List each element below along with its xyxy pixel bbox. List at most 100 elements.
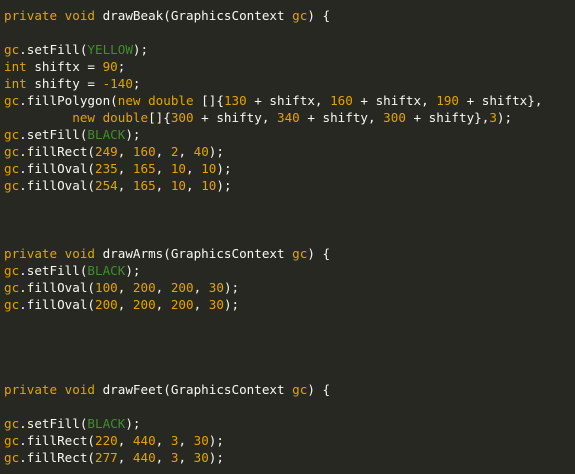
code-token: 90 [102,59,118,74]
code-token: BLACK [87,416,126,431]
code-token: .setFill( [19,127,88,142]
code-token: private [4,382,58,397]
code-token: ); [208,144,224,159]
code-line[interactable] [4,330,575,347]
code-token: ) { [307,246,331,261]
code-line[interactable]: gc.fillRect(277, 440, 3, 30); [4,449,575,466]
code-line[interactable]: gc.fillOval(235, 165, 10, 10); [4,160,575,177]
code-line[interactable]: gc.fillOval(100, 200, 200, 30); [4,279,575,296]
code-token: ) { [307,8,331,23]
code-token: gc [4,178,20,193]
code-token: , [178,433,194,448]
code-token: , [117,297,133,312]
code-token: ); [216,161,232,176]
code-token: , [193,297,209,312]
code-token: .setFill( [19,263,88,278]
code-token: YELLOW [87,42,133,57]
code-token: ); [223,297,240,312]
code-token: gc [4,42,20,57]
code-token: gc [4,161,20,176]
code-editor[interactable]: private void drawBeak(GraphicsContext gc… [0,0,575,474]
code-token: , [117,433,133,448]
code-token: 200 [170,297,194,312]
code-token: 249 [95,144,118,159]
code-token: 440 [132,450,156,465]
code-token: BLACK [87,263,126,278]
code-token: , [178,450,194,465]
code-token: ) { [307,382,331,397]
code-line[interactable] [4,364,575,381]
code-token: -140 [102,76,133,91]
code-token: 160 [330,93,353,108]
code-token: ); [208,433,224,448]
code-token: void [64,246,96,261]
code-line[interactable]: private void drawFeet(GraphicsContext gc… [4,381,575,398]
code-line[interactable] [4,313,575,330]
code-token: , [155,144,171,159]
code-token: ); [125,416,141,431]
code-token: int [4,76,27,91]
code-line[interactable]: gc.fillOval(200, 200, 200, 30); [4,296,575,313]
code-token: gc [292,8,308,23]
code-token: , [155,433,171,448]
code-token: ); [216,178,232,193]
code-token: 10 [170,161,187,176]
code-token: , [117,280,133,295]
code-token: 340 [277,110,300,125]
code-token: gc [4,127,20,142]
code-token: ); [223,280,240,295]
code-line[interactable] [4,194,575,211]
code-token: 30 [208,297,224,312]
code-line[interactable]: gc.fillPolygon(new double []{130 + shift… [4,92,575,109]
code-line[interactable]: gc.fillRect(249, 160, 2, 40); [4,143,575,160]
code-token: 100 [95,280,118,295]
code-token: ); [496,110,513,125]
code-line[interactable]: gc.setFill(BLACK); [4,126,575,143]
code-token: 200 [95,297,118,312]
code-line[interactable]: int shifty = -140; [4,75,575,92]
code-token: private [4,246,58,261]
code-token: shiftx = [26,59,103,74]
code-token: , [117,450,133,465]
code-token: + shifty, [299,110,384,125]
code-line[interactable]: int shiftx = 90; [4,58,575,75]
code-line[interactable] [4,24,575,41]
code-line[interactable]: gc.setFill(BLACK); [4,415,575,432]
code-line[interactable]: gc.fillRect(220, 440, 3, 30); [4,432,575,449]
code-line[interactable]: private void drawArms(GraphicsContext gc… [4,245,575,262]
code-line[interactable] [4,398,575,415]
code-token: , [155,450,171,465]
code-token: 220 [95,433,118,448]
code-line[interactable] [4,211,575,228]
code-token: 165 [132,178,156,193]
code-token: .setFill( [19,416,88,431]
code-line[interactable]: gc.fillOval(254, 165, 10, 10); [4,177,575,194]
code-token: 300 [170,110,194,125]
code-token: 200 [132,280,156,295]
code-line[interactable]: private void drawBeak(GraphicsContext gc… [4,7,575,24]
code-token: gc [292,246,308,261]
code-token: .fillRect( [19,433,95,448]
code-line[interactable]: new double[]{300 + shifty, 340 + shifty,… [4,109,575,126]
code-token: gc [4,433,20,448]
code-line[interactable] [4,228,575,245]
code-token: , [193,280,209,295]
code-token: 30 [208,280,224,295]
code-token: gc [4,280,20,295]
code-line[interactable] [4,347,575,364]
code-token: 30 [193,433,209,448]
code-line[interactable]: gc.setFill(YELLOW); [4,41,575,58]
code-token: 130 [223,93,247,108]
code-token: 10 [201,178,217,193]
code-token: 160 [132,144,156,159]
code-token: 10 [201,161,217,176]
code-token: + shiftx, [352,93,437,108]
code-token: 30 [193,450,209,465]
code-token: 165 [132,161,156,176]
code-token: 277 [95,450,118,465]
code-line[interactable]: gc.setFill(BLACK); [4,262,575,279]
code-token: void [64,382,96,397]
